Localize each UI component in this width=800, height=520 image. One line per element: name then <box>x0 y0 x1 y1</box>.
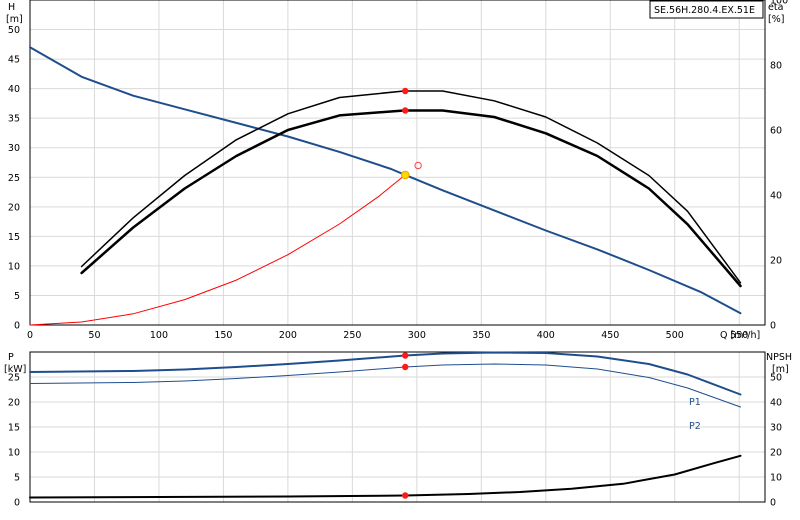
top-left-tick-label: 35 <box>8 114 20 125</box>
operating-point-markers <box>400 87 422 499</box>
duty-point-marker <box>400 170 410 180</box>
series-label-p2: P2 <box>689 421 701 432</box>
top-series-line-3 <box>29 174 406 326</box>
top-right-axis-name: eta <box>768 2 783 13</box>
bottom-left-tick-label: 20 <box>8 398 20 409</box>
x-tick-label: 400 <box>537 330 555 341</box>
bottom-left-tick-label: 0 <box>14 498 20 509</box>
x-tick-label: 50 <box>88 330 100 341</box>
bottom-right-tick-label: 0 <box>770 498 776 509</box>
x-axis-label: Q [m³/h] <box>720 330 760 341</box>
top-left-axis-name: H <box>8 2 15 13</box>
bottom-right-tick-label: 40 <box>770 398 782 409</box>
bottom-right-axis-name: NPSH <box>766 352 792 363</box>
bottom-right-tick-label: 30 <box>770 423 782 434</box>
bottom-series-line-0 <box>29 351 742 396</box>
x-tick-label: 0 <box>27 330 33 341</box>
top-right-tick-label: 40 <box>770 191 782 202</box>
x-tick-label: 200 <box>279 330 297 341</box>
top-left-tick-label: 45 <box>8 55 20 66</box>
top-left-tick-label: 15 <box>8 232 20 243</box>
operating-point-dot <box>402 107 409 114</box>
series-label-p1: P1 <box>689 397 701 408</box>
operating-point-dot <box>402 492 409 499</box>
bottom-panel-series <box>29 351 742 499</box>
x-tick-label: 300 <box>408 330 426 341</box>
top-series-line-1 <box>80 90 742 284</box>
x-tick-label: 250 <box>343 330 361 341</box>
top-right-tick-label: 20 <box>770 256 782 267</box>
operating-point-dot <box>402 352 409 359</box>
top-left-tick-label: 0 <box>14 321 20 332</box>
top-left-tick-label: 40 <box>8 84 20 95</box>
top-left-tick-label: 30 <box>8 143 20 154</box>
top-left-tick-label: 5 <box>14 291 20 302</box>
top-right-axis-unit: [%] <box>768 14 784 25</box>
bottom-left-tick-label: 10 <box>8 448 20 459</box>
bottom-panel-ticks: 051015202501020304050 <box>8 373 782 509</box>
bottom-right-axis-unit: [m] <box>772 364 789 375</box>
bottom-left-tick-label: 15 <box>8 423 20 434</box>
bottom-left-tick-label: 5 <box>14 473 20 484</box>
top-panel-grid <box>30 0 765 325</box>
x-tick-label: 450 <box>601 330 619 341</box>
bottom-right-tick-label: 20 <box>770 448 782 459</box>
bottom-panel-grid <box>30 352 765 502</box>
top-left-tick-label: 20 <box>8 202 20 213</box>
x-tick-label: 100 <box>150 330 168 341</box>
top-left-tick-label: 10 <box>8 261 20 272</box>
bottom-left-axis-name: P <box>8 352 14 363</box>
top-panel-ticks: 0 50 100 150 200 250 300 350 400 450 500 5500510152… <box>8 0 788 341</box>
x-tick-label: 150 <box>214 330 232 341</box>
x-tick-label: 500 <box>666 330 684 341</box>
bottom-left-axis-unit: [kW] <box>4 364 26 375</box>
operating-point-dot <box>402 87 409 95</box>
bottom-right-tick-label: 10 <box>770 473 782 484</box>
pump-performance-chart: 0 50 100 150 200 250 300 350 400 450 500 5500510152… <box>4 0 792 509</box>
operating-point-dot <box>402 363 409 371</box>
x-tick-label: 350 <box>472 330 490 341</box>
top-series-line-2 <box>80 109 742 288</box>
top-right-tick-label: 0 <box>770 321 776 332</box>
top-panel-frame <box>29 0 766 326</box>
top-left-tick-label: 50 <box>8 25 20 36</box>
top-left-axis-unit: [m] <box>6 14 23 25</box>
top-right-tick-label: 80 <box>770 61 782 72</box>
requested-point-marker <box>414 161 422 170</box>
top-right-tick-label: 60 <box>770 126 782 137</box>
model-title: SE.56H.280.4.EX.51E <box>654 5 755 16</box>
top-left-tick-label: 25 <box>8 173 20 184</box>
